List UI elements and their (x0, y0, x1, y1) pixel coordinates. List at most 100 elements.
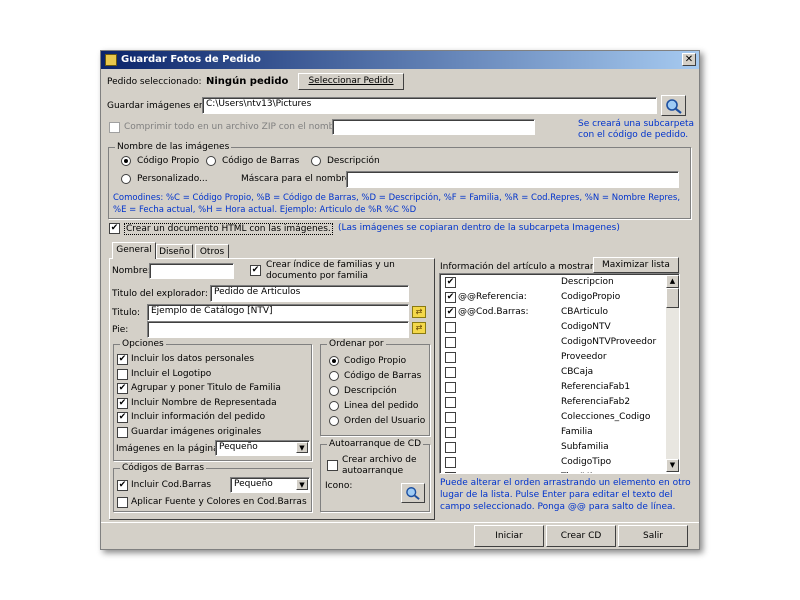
info-articulo-list[interactable]: ✔ Descripcion ✔ @@Referencia: CodigoPropio ✔ @… (439, 273, 680, 474)
pie-folder-icon[interactable]: ⇄ (412, 322, 426, 334)
list-item[interactable]: ✔ @@Cod.Barras: CBArticulo (440, 305, 666, 320)
incluir-cod-barras-checkbox[interactable]: ✔ (117, 480, 128, 491)
ordenar-usuario-radio[interactable] (329, 416, 339, 426)
list-item-prefix: @@Referencia: (458, 292, 527, 302)
list-item-checkbox[interactable] (445, 442, 456, 453)
ordenar-codigo-propio-label: Codigo Propio (344, 356, 407, 366)
list-item[interactable]: Proveedor (440, 350, 666, 365)
html-doc-checkbox[interactable]: ✔ (109, 223, 120, 234)
opt-datos-personales-checkbox[interactable]: ✔ (117, 354, 128, 365)
pie-label: Pie: (112, 325, 129, 335)
opt-logotipo-label: Incluir el Logotipo (131, 369, 212, 379)
tab-general[interactable]: General (112, 242, 156, 259)
imagenes-pagina-select[interactable]: Pequeño ▼ (215, 440, 310, 456)
autoarranque-checkbox[interactable] (327, 460, 338, 471)
list-item-checkbox[interactable] (445, 382, 456, 393)
zip-name-input[interactable] (332, 119, 535, 135)
browse-folder-button[interactable] (661, 95, 686, 116)
imagenes-pagina-value: Pequeño (219, 442, 258, 452)
list-item-checkbox[interactable] (445, 367, 456, 378)
list-item-checkbox[interactable] (445, 337, 456, 348)
maximizar-lista-button[interactable]: Maximizar lista (593, 257, 679, 273)
list-item-checkbox[interactable] (445, 427, 456, 438)
radio-codigo-barras[interactable] (206, 156, 216, 166)
opt-originales-checkbox[interactable] (117, 427, 128, 438)
list-item[interactable]: Subfamilia (440, 440, 666, 455)
list-item-checkbox[interactable]: ✔ (445, 307, 456, 318)
autoarranque-crear-label-2: autoarranque (342, 466, 404, 476)
titulo-explorador-input[interactable]: Pedido de Articulos (210, 285, 409, 302)
guardar-label: Guardar imágenes en: (107, 101, 208, 111)
close-button[interactable]: ✕ (682, 53, 696, 66)
nombre-input[interactable] (149, 263, 234, 279)
titulo-folder-icon[interactable]: ⇄ (412, 306, 426, 318)
scroll-down-icon[interactable]: ▼ (666, 459, 679, 472)
scroll-thumb[interactable] (666, 288, 679, 308)
list-item[interactable]: ReferenciaFab2 (440, 395, 666, 410)
tab-diseno[interactable]: Diseño (156, 244, 193, 259)
list-item[interactable]: TipoIVA (440, 470, 666, 473)
pedido-label: Pedido seleccionado: (107, 77, 202, 87)
opt-agrupar-checkbox[interactable]: ✔ (117, 383, 128, 394)
iniciar-button[interactable]: Iniciar (474, 525, 544, 547)
list-item-checkbox[interactable] (445, 352, 456, 363)
list-item[interactable]: Familia (440, 425, 666, 440)
zip-checkbox[interactable] (109, 122, 120, 133)
scroll-up-icon[interactable]: ▲ (666, 275, 679, 288)
ordenar-codigo-propio-radio[interactable] (329, 356, 339, 366)
salir-button[interactable]: Salir (618, 525, 688, 547)
list-item[interactable]: CodigoTipo (440, 455, 666, 470)
html-doc-note: (Las imágenes se copiaran dentro de la s… (338, 223, 620, 233)
list-item[interactable]: ✔ Descripcion (440, 275, 666, 290)
opt-representada-checkbox[interactable]: ✔ (117, 398, 128, 409)
list-item-checkbox[interactable] (445, 472, 456, 473)
ordenar-label: Ordenar por (327, 339, 386, 349)
opt-datos-personales-label: Incluir los datos personales (131, 354, 255, 364)
list-item-checkbox[interactable] (445, 397, 456, 408)
crear-cd-button[interactable]: Crear CD (546, 525, 616, 547)
list-item-checkbox[interactable] (445, 457, 456, 468)
list-item[interactable]: CodigoNTV (440, 320, 666, 335)
title-bar[interactable]: Guardar Fotos de Pedido ✕ (101, 51, 699, 69)
ordenar-linea-radio[interactable] (329, 401, 339, 411)
indice-checkbox[interactable]: ✔ (250, 265, 261, 276)
list-item[interactable]: CBCaja (440, 365, 666, 380)
html-doc-label: Crear un documento HTML con las imágenes… (124, 223, 333, 235)
radio-codigo-propio[interactable] (121, 156, 131, 166)
ordenar-codigo-barras-radio[interactable] (329, 371, 339, 381)
tab-otros[interactable]: Otros (195, 244, 229, 259)
help-line-1: Puede alterar el orden arrastrando un el… (440, 478, 691, 488)
window-title: Guardar Fotos de Pedido (121, 54, 261, 65)
ordenar-descripcion-radio[interactable] (329, 386, 339, 396)
select-pedido-button[interactable]: Seleccionar Pedido (298, 73, 404, 90)
aplicar-fuente-checkbox[interactable] (117, 497, 128, 508)
titulo-input[interactable]: Ejemplo de Catálogo [NTV] (147, 304, 409, 321)
zip-label: Comprimir todo en un archivo ZIP con el … (124, 122, 347, 132)
radio-personalizado[interactable] (121, 174, 131, 184)
list-item[interactable]: CodigoNTVProveedor (440, 335, 666, 350)
list-item[interactable]: ✔ @@Referencia: CodigoPropio (440, 290, 666, 305)
list-scrollbar[interactable]: ▲ ▼ (666, 275, 679, 472)
list-item-checkbox[interactable] (445, 412, 456, 423)
pie-input[interactable] (147, 321, 409, 338)
list-item[interactable]: Colecciones_Codigo (440, 410, 666, 425)
nombre-imagenes-group: Nombre de las imágenes Código Propio Cód… (108, 142, 691, 219)
icono-browse-button[interactable] (401, 483, 425, 503)
list-item-checkbox[interactable]: ✔ (445, 277, 456, 288)
guardar-path-input[interactable]: C:\Users\ntv13\Pictures (202, 97, 657, 114)
list-item-checkbox[interactable]: ✔ (445, 292, 456, 303)
ordenar-group: Ordenar por Codigo Propio Código de Barr… (320, 339, 430, 436)
list-item-field: Descripcion (561, 277, 614, 287)
opt-logotipo-checkbox[interactable] (117, 369, 128, 380)
list-item-field: ReferenciaFab2 (561, 397, 631, 407)
list-item-checkbox[interactable] (445, 322, 456, 333)
cod-barras-size-select[interactable]: Pequeño ▼ (230, 477, 310, 493)
opciones-group: Opciones ✔ Incluir los datos personales … (113, 339, 312, 461)
footer-divider (101, 522, 699, 523)
list-item[interactable]: ReferenciaFab1 (440, 380, 666, 395)
opt-info-pedido-checkbox[interactable]: ✔ (117, 412, 128, 423)
codigos-barras-label: Códigos de Barras (120, 463, 207, 473)
mascara-input[interactable] (346, 171, 679, 188)
list-item-prefix: @@Cod.Barras: (458, 307, 529, 317)
radio-descripcion[interactable] (311, 156, 321, 166)
